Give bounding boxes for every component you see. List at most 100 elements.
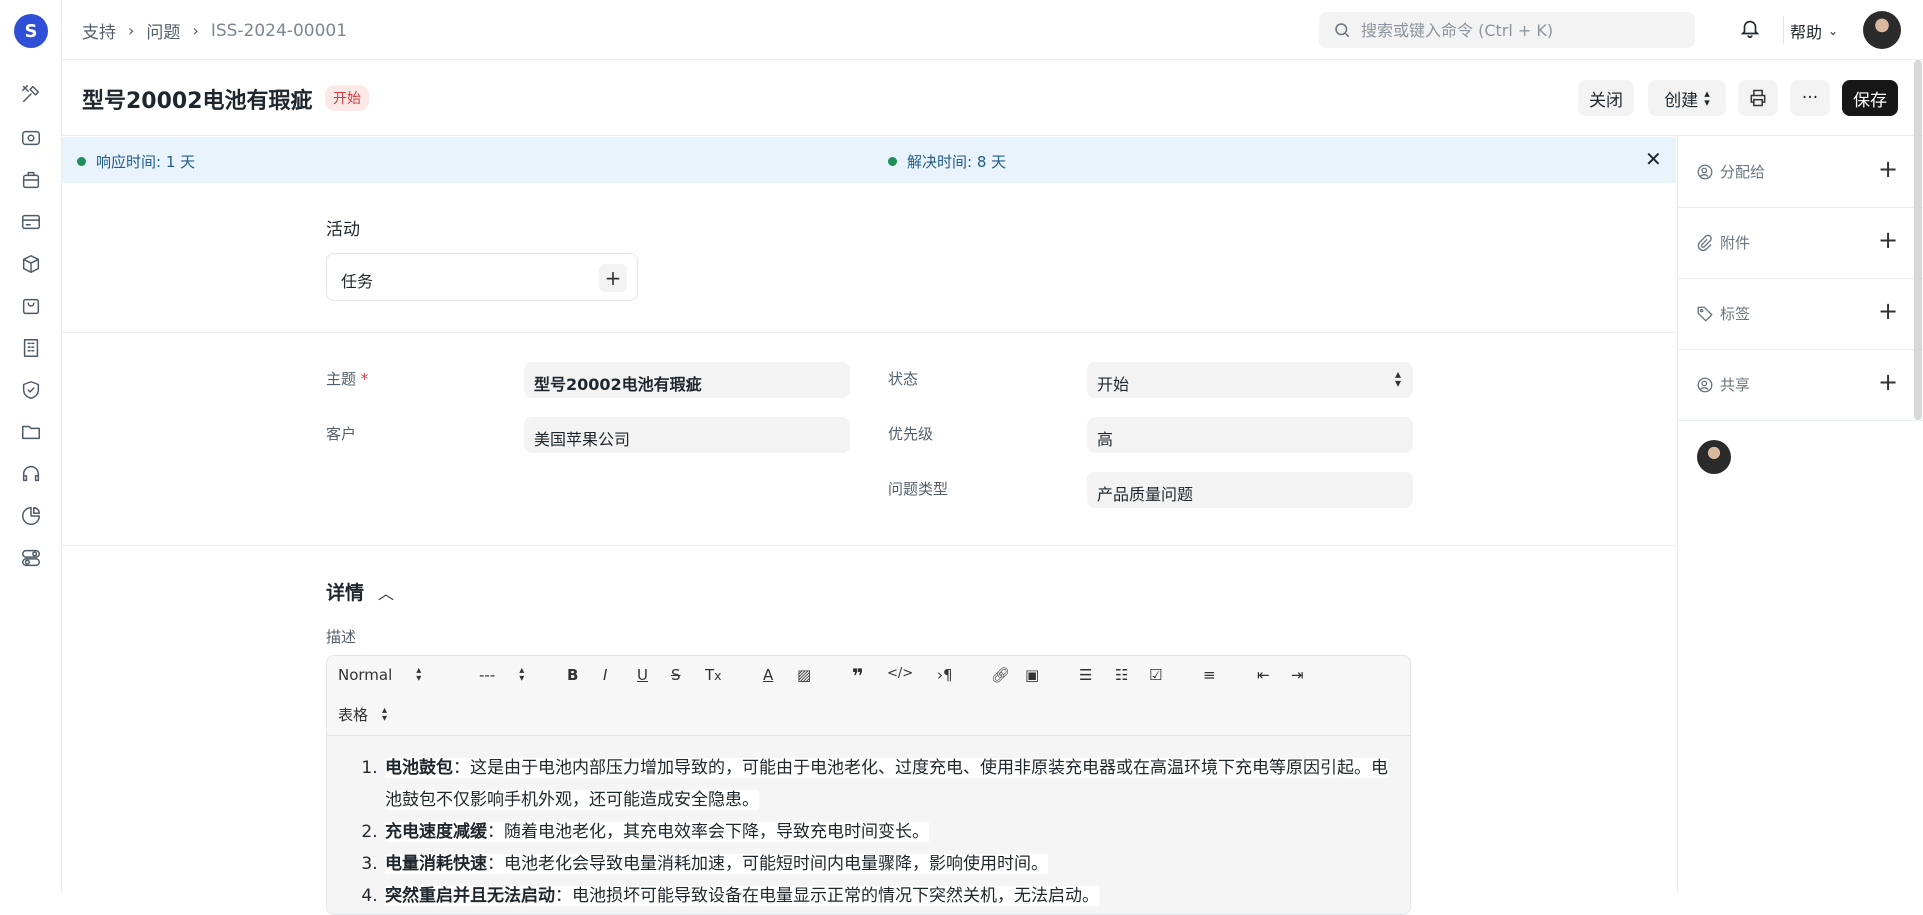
pie-chart-icon[interactable] (19, 504, 43, 528)
details-section-toggle[interactable]: 详情 ︿ (326, 578, 394, 605)
code-icon[interactable]: </> (887, 666, 913, 681)
list-item-text: ：电池损坏可能导致设备在电量显示正常的情况下突然关机，无法启动。 (555, 886, 1099, 906)
assign-row: 分配给 + (1678, 137, 1923, 208)
subject-label: 主题 * (326, 370, 369, 388)
font-size-select[interactable]: --- ▴ ▾ (479, 665, 525, 685)
chevron-up-icon: ︿ (378, 583, 395, 603)
assign-label: 分配给 (1696, 161, 1765, 182)
close-button[interactable]: 关闭 (1578, 80, 1634, 116)
bold-icon[interactable]: B (567, 666, 578, 684)
response-time-text: 响应时间: 1 天 (96, 153, 196, 171)
sort-icon: ▴ ▾ (519, 665, 525, 684)
list-item-term: 电量消耗快速 (385, 854, 487, 874)
blockquote-icon[interactable]: ❞ (852, 664, 864, 688)
notification-bell-icon[interactable] (1739, 17, 1765, 43)
share-user-icon (1697, 377, 1713, 392)
bullet-list-icon[interactable]: ☷ (1115, 666, 1128, 684)
divider (62, 545, 1676, 546)
indent-icon[interactable]: ⇥ (1291, 666, 1304, 684)
editor-content[interactable]: 电池鼓包：这是由于电池内部压力增加导致的，可能由于电池老化、过度充电、使用非原装… (327, 736, 1410, 914)
customer-field[interactable]: 美国苹果公司 (524, 417, 850, 453)
issue-type-label: 问题类型 (888, 480, 949, 498)
description-list: 电池鼓包：这是由于电池内部压力增加导致的，可能由于电池老化、过度充电、使用非原装… (367, 752, 1394, 912)
status-select[interactable]: 开始 ▴ ▾ (1087, 362, 1413, 398)
breadcrumb-issues[interactable]: 问题 (146, 18, 180, 43)
search-input[interactable] (1361, 20, 1681, 40)
chevron-right-icon: › (128, 21, 135, 40)
activity-heading: 活动 (326, 220, 360, 240)
tools-icon[interactable] (19, 82, 43, 106)
add-assign-button[interactable]: + (1878, 155, 1898, 183)
table-select[interactable]: 表格 ▴ ▾ (338, 704, 387, 725)
align-icon[interactable]: ≡ (1203, 666, 1216, 684)
status-dot-icon (888, 157, 897, 166)
italic-icon[interactable]: I (603, 666, 607, 684)
task-box: 任务 + (326, 253, 638, 301)
viewer-avatar[interactable] (1697, 440, 1731, 474)
highlight-icon[interactable]: ▨ (797, 666, 811, 684)
sort-icon: ▴ ▾ (1394, 367, 1401, 390)
outdent-icon[interactable]: ⇤ (1257, 666, 1270, 684)
font-size-value: --- (479, 666, 496, 684)
list-item-text: ：这是由于电池内部压力增加导致的，可能由于电池老化、过度充电、使用非原装充电器或… (385, 758, 1388, 810)
user-add-icon (1697, 164, 1713, 179)
top-navbar: 支持 › 问题 › ISS-2024-00001 帮助 ⌄ (62, 0, 1923, 60)
sort-icon: ▴ ▾ (1704, 87, 1710, 109)
subject-field[interactable]: 型号20002电池有瑕疵 (524, 362, 850, 398)
create-label: 创建 (1664, 90, 1699, 111)
add-tag-button[interactable]: + (1878, 297, 1898, 325)
description-label: 描述 (326, 628, 357, 646)
link-icon[interactable]: 🔗︎ (991, 666, 1010, 684)
tags-row: 标签 + (1678, 279, 1923, 350)
shield-icon[interactable] (19, 378, 43, 402)
app-sidebar: S (0, 0, 62, 894)
help-dropdown[interactable]: 帮助 ⌄ (1790, 19, 1838, 43)
building-icon[interactable] (19, 336, 43, 360)
divider (62, 332, 1676, 333)
save-button[interactable]: 保存 (1842, 80, 1898, 116)
page-title: 型号20002电池有瑕疵 (82, 89, 313, 114)
add-attachment-button[interactable]: + (1878, 226, 1898, 254)
printer-icon (1750, 89, 1766, 107)
folder-icon[interactable] (19, 420, 43, 444)
scrollbar[interactable] (1914, 60, 1922, 420)
paragraph-direction-icon[interactable]: ›¶ (937, 666, 953, 684)
priority-field[interactable]: 高 (1087, 417, 1413, 453)
app-logo[interactable]: S (14, 14, 48, 48)
sort-icon: ▴ ▾ (416, 665, 422, 684)
box-icon[interactable] (19, 252, 43, 276)
editor-toolbar: Normal ▴ ▾ --- ▴ ▾ B I U S Tx A ▨ ❞ </> ›¶ 🔗… (327, 656, 1410, 736)
toggle-icon[interactable] (19, 546, 43, 570)
clear-format-icon[interactable]: Tx (705, 666, 722, 684)
customer-label: 客户 (326, 425, 357, 443)
user-avatar[interactable] (1863, 11, 1901, 49)
list-item: 电量消耗快速：电池老化会导致电量消耗加速，可能短时间内电量骤降，影响使用时间。 (383, 848, 1394, 880)
text-color-icon[interactable]: A (763, 666, 773, 684)
more-options-button[interactable]: ··· (1790, 80, 1830, 116)
breadcrumb-support[interactable]: 支持 (82, 18, 116, 43)
sla-banner: 响应时间: 1 天 解决时间: 8 天 ✕ (62, 137, 1676, 183)
headset-icon[interactable] (19, 462, 43, 486)
print-button[interactable] (1738, 80, 1778, 116)
underline-icon[interactable]: U (637, 666, 648, 684)
card-icon[interactable] (19, 210, 43, 234)
add-share-button[interactable]: + (1878, 368, 1898, 396)
eye-icon[interactable] (19, 126, 43, 150)
tag-icon (1697, 306, 1713, 322)
search-bar[interactable] (1319, 12, 1695, 48)
share-row: 共享 + (1678, 350, 1923, 421)
breadcrumb-current[interactable]: ISS-2024-00001 (211, 21, 347, 41)
priority-label: 优先级 (888, 425, 934, 443)
create-button[interactable]: 创建 ▴ ▾ (1648, 80, 1726, 116)
text-style-select[interactable]: Normal ▴ ▾ (338, 665, 422, 685)
image-icon[interactable]: ▣ (1025, 666, 1039, 684)
issue-type-field[interactable]: 产品质量问题 (1087, 472, 1413, 508)
briefcase-icon[interactable] (19, 168, 43, 192)
paperclip-icon (1697, 234, 1712, 251)
shopping-bag-icon[interactable] (19, 294, 43, 318)
add-task-button[interactable]: + (599, 264, 627, 292)
ordered-list-icon[interactable]: ☰ (1079, 666, 1092, 684)
checklist-icon[interactable]: ☑ (1149, 666, 1162, 684)
strikethrough-icon[interactable]: S (671, 666, 681, 684)
close-icon[interactable]: ✕ (1645, 147, 1662, 171)
